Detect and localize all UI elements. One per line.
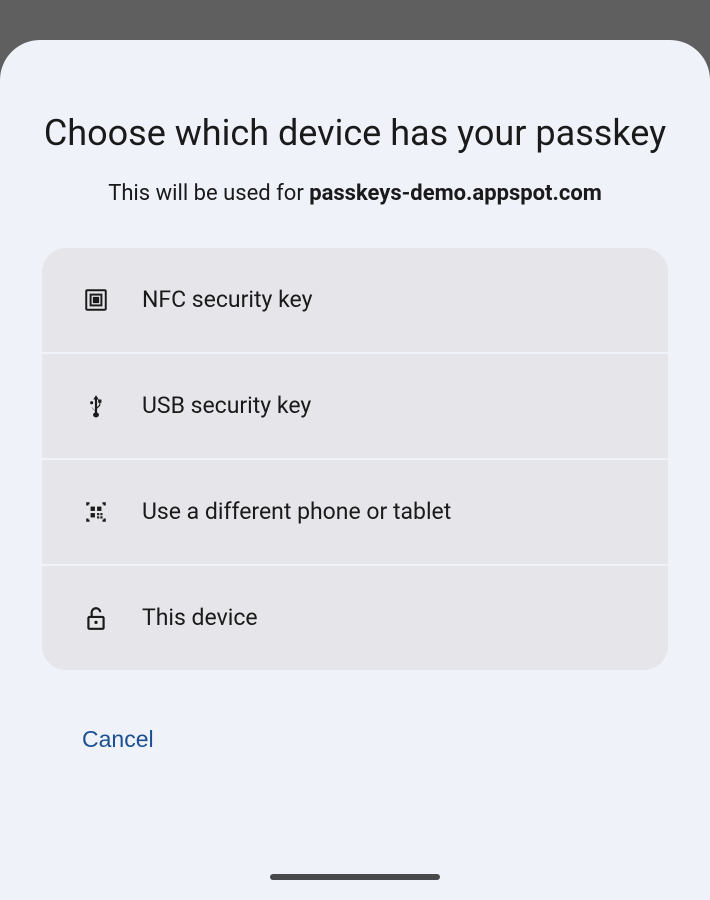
usb-icon xyxy=(82,392,110,420)
sheet-title: Choose which device has your passkey xyxy=(42,110,668,157)
qr-code-icon xyxy=(82,498,110,526)
lock-open-icon xyxy=(82,604,110,632)
option-label: USB security key xyxy=(142,392,311,419)
option-nfc-security-key[interactable]: NFC security key xyxy=(42,248,668,354)
sheet-subtitle: This will be used for passkeys-demo.apps… xyxy=(42,181,668,206)
device-options-list: NFC security key USB security key xyxy=(42,248,668,670)
option-usb-security-key[interactable]: USB security key xyxy=(42,354,668,460)
option-label: Use a different phone or tablet xyxy=(142,498,451,525)
option-this-device[interactable]: This device xyxy=(42,566,668,670)
cancel-row: Cancel xyxy=(42,670,668,753)
option-label: NFC security key xyxy=(142,286,312,313)
device-picker-sheet: Choose which device has your passkey Thi… xyxy=(0,40,710,900)
cancel-button[interactable]: Cancel xyxy=(82,726,154,753)
subtitle-domain: passkeys-demo.appspot.com xyxy=(309,181,602,206)
nfc-icon xyxy=(82,286,110,314)
navigation-handle[interactable] xyxy=(270,874,440,880)
option-different-device[interactable]: Use a different phone or tablet xyxy=(42,460,668,566)
subtitle-prefix: This will be used for xyxy=(108,181,309,206)
option-label: This device xyxy=(142,604,258,631)
